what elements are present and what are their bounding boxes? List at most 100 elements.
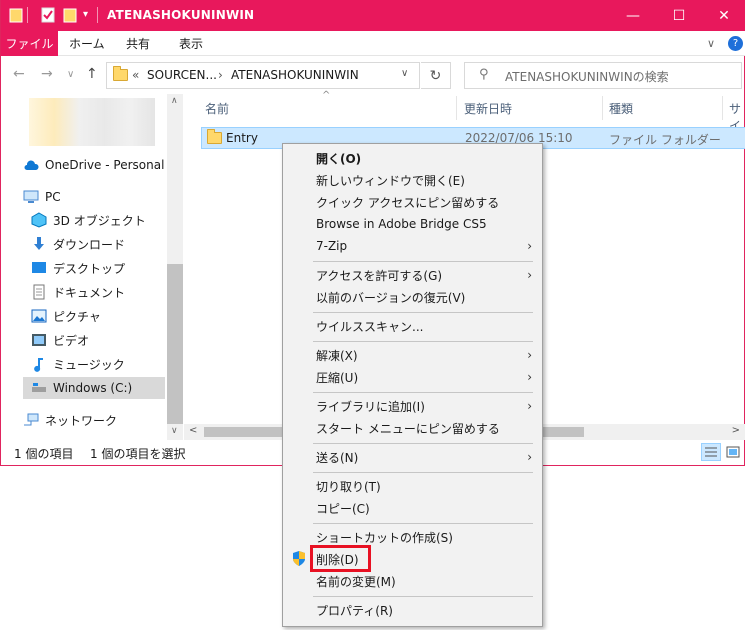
sidebar-item-label: Windows (C:) xyxy=(53,381,133,395)
search-input[interactable]: ⚲ ATENASHOKUNINWINの検索 xyxy=(464,62,742,89)
column-separator[interactable] xyxy=(722,96,723,120)
sidebar-item-label: PC xyxy=(45,190,61,204)
sidebar-item-label: デスクトップ xyxy=(53,261,126,276)
up-arrow-icon[interactable]: ↑ xyxy=(86,66,98,82)
file-name: Entry xyxy=(226,131,258,145)
menu-item-label: 開く(O) xyxy=(316,151,362,166)
menu-separator xyxy=(313,341,533,342)
breadcrumb-current[interactable]: ATENASHOKUNINWIN xyxy=(231,68,359,82)
menu-item-label: 7-Zip xyxy=(316,239,348,253)
download-icon xyxy=(31,236,47,252)
address-bar[interactable]: « SOURCEN... › ATENASHOKUNINWIN ∨ xyxy=(106,62,420,89)
menu-separator xyxy=(313,523,533,524)
menu-item-copy[interactable]: コピー(C) xyxy=(283,497,542,519)
maximize-button[interactable]: ☐ xyxy=(656,0,702,31)
menu-item-adobe-bridge[interactable]: Browse in Adobe Bridge CS5 xyxy=(283,213,542,235)
folder-icon xyxy=(9,7,25,23)
menu-item-label: 切り取り(T) xyxy=(316,479,381,494)
menu-item-properties[interactable]: プロパティ(R) xyxy=(283,599,542,621)
sidebar-item-pc[interactable]: PC xyxy=(23,186,189,208)
nav-scrollbar-thumb[interactable] xyxy=(167,264,183,424)
breadcrumb-sourcen[interactable]: SOURCEN... xyxy=(147,68,217,82)
tab-share[interactable]: 共有 xyxy=(126,31,150,56)
document-icon xyxy=(31,284,47,300)
menu-item-virus-scan[interactable]: ウイルススキャン... xyxy=(283,315,542,337)
large-icons-view-icon[interactable] xyxy=(725,444,741,460)
new-folder-icon[interactable] xyxy=(63,7,79,23)
menu-item-pin-start[interactable]: スタート メニューにピン留めする xyxy=(283,417,542,439)
scroll-right-icon[interactable]: > xyxy=(732,425,740,436)
uac-shield-icon xyxy=(292,551,306,570)
address-dropdown-icon[interactable]: ∨ xyxy=(401,68,408,79)
window-title: ATENASHOKUNINWIN xyxy=(107,8,255,22)
menu-item-7zip[interactable]: 7-Zip › xyxy=(283,235,542,257)
blurred-quick-access-area xyxy=(29,98,155,146)
title-bar: ▾ ATENASHOKUNINWIN — ☐ ✕ xyxy=(1,0,745,31)
forward-arrow-icon[interactable]: → xyxy=(41,66,53,82)
refresh-button[interactable]: ↻ xyxy=(421,62,451,89)
menu-item-label: スタート メニューにピン留めする xyxy=(316,421,500,436)
help-icon[interactable]: ? xyxy=(728,36,743,51)
menu-item-rename[interactable]: 名前の変更(M) xyxy=(283,570,542,592)
sidebar-item-onedrive[interactable]: OneDrive - Personal xyxy=(23,154,189,176)
sidebar-item-label: ドキュメント xyxy=(53,285,126,300)
column-separator[interactable] xyxy=(602,96,603,120)
menu-item-give-access[interactable]: アクセスを許可する(G) › xyxy=(283,264,542,286)
column-separator[interactable] xyxy=(456,96,457,120)
menu-separator xyxy=(313,472,533,473)
column-header-name[interactable]: 名前 xyxy=(205,100,229,117)
menu-item-open[interactable]: 開く(O) xyxy=(283,147,542,169)
close-button[interactable]: ✕ xyxy=(701,0,745,31)
refresh-icon: ↻ xyxy=(429,67,442,84)
tab-file[interactable]: ファイル xyxy=(1,31,58,56)
properties-icon[interactable] xyxy=(41,7,57,23)
sidebar-item-label: ネットワーク xyxy=(45,413,118,428)
sidebar-item-windows-c[interactable]: Windows (C:) xyxy=(23,377,165,399)
minimize-button[interactable]: — xyxy=(610,0,656,31)
tab-home[interactable]: ホーム xyxy=(69,31,105,56)
item-count: 1 個の項目 xyxy=(14,447,74,461)
menu-item-open-new-window[interactable]: 新しいウィンドウで開く(E) xyxy=(283,169,542,191)
tab-view[interactable]: 表示 xyxy=(179,31,203,56)
menu-item-extract[interactable]: 解凍(X) › xyxy=(283,344,542,366)
ribbon-expand-icon[interactable]: ∨ xyxy=(707,31,715,56)
scroll-up-icon[interactable]: ∧ xyxy=(171,96,178,106)
menu-item-send-to[interactable]: 送る(N) › xyxy=(283,446,542,468)
menu-item-label: ウイルススキャン... xyxy=(316,319,424,334)
menu-separator xyxy=(313,596,533,597)
submenu-arrow-icon: › xyxy=(527,450,532,464)
menu-item-add-to-library[interactable]: ライブラリに追加(I) › xyxy=(283,395,542,417)
back-arrow-icon[interactable]: ← xyxy=(13,66,25,82)
sidebar-item-label: ダウンロード xyxy=(53,237,126,252)
address-row: ← → ∨ ↑ « SOURCEN... › ATENASHOKUNINWIN … xyxy=(1,56,745,94)
menu-separator xyxy=(313,443,533,444)
scroll-down-icon[interactable]: ∨ xyxy=(171,426,178,436)
address-overflow[interactable]: « xyxy=(132,68,139,82)
breadcrumb-separator[interactable]: › xyxy=(218,68,223,82)
menu-item-pin-quick-access[interactable]: クイック アクセスにピン留めする xyxy=(283,191,542,213)
menu-separator xyxy=(313,261,533,262)
submenu-arrow-icon: › xyxy=(527,399,532,413)
menu-item-label: 名前の変更(M) xyxy=(316,574,396,589)
column-header-type[interactable]: 種類 xyxy=(609,100,633,117)
recent-locations-icon[interactable]: ∨ xyxy=(67,69,74,80)
sort-ascending-icon: ^ xyxy=(322,90,331,101)
sidebar-item-network[interactable]: ネットワーク xyxy=(23,409,189,431)
menu-item-cut[interactable]: 切り取り(T) xyxy=(283,475,542,497)
video-icon xyxy=(31,332,47,348)
network-icon xyxy=(23,412,39,428)
menu-item-label: 圧縮(U) xyxy=(316,370,359,385)
sidebar-item-label: ピクチャ xyxy=(53,309,101,324)
details-view-icon[interactable] xyxy=(701,443,721,461)
scroll-left-icon[interactable]: < xyxy=(189,425,197,436)
menu-item-compress[interactable]: 圧縮(U) › xyxy=(283,366,542,388)
menu-item-label: 解凍(X) xyxy=(316,348,358,363)
cube-icon xyxy=(31,212,47,228)
cloud-icon xyxy=(23,157,39,173)
column-header-modified[interactable]: 更新日時 xyxy=(464,100,512,117)
menu-item-restore-versions[interactable]: 以前のバージョンの復元(V) xyxy=(283,286,542,308)
computer-icon xyxy=(23,189,39,205)
menu-item-label: アクセスを許可する(G) xyxy=(316,268,443,283)
menu-item-label: ショートカットの作成(S) xyxy=(316,530,453,545)
picture-icon xyxy=(31,308,47,324)
